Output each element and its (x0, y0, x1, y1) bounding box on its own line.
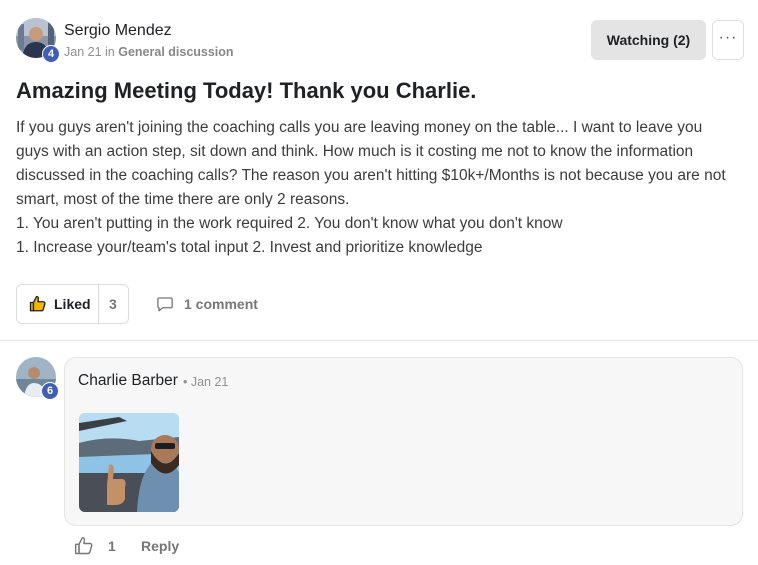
like-count[interactable]: 3 (109, 296, 117, 312)
comment-count-label: 1 comment (184, 296, 258, 312)
watching-button[interactable]: Watching (2) (591, 20, 706, 60)
thumbs-up-icon (29, 295, 46, 312)
post-body: If you guys aren't joining the coaching … (16, 116, 736, 260)
like-label: Liked (54, 296, 91, 312)
divider (0, 340, 758, 341)
post-category[interactable]: General discussion (118, 45, 233, 59)
reply-button[interactable]: Reply (141, 538, 179, 554)
author-name[interactable]: Sergio Mendez (64, 22, 172, 40)
post-title: Amazing Meeting Today! Thank you Charlie… (16, 78, 477, 103)
commenter-name[interactable]: Charlie Barber (78, 372, 178, 390)
post-in-word: in (105, 45, 115, 59)
post-date: Jan 21 (64, 45, 102, 59)
like-button[interactable]: Liked (17, 285, 99, 323)
commenter-level-badge: 6 (41, 382, 59, 400)
comment-like-count[interactable]: 1 (108, 538, 116, 554)
more-icon[interactable]: ··· (712, 20, 744, 60)
post-body-paragraph: If you guys aren't joining the coaching … (16, 119, 726, 208)
post-body-paragraph: 1. You aren't putting in the work requir… (16, 215, 563, 232)
post-meta: Jan 21 in General discussion (64, 45, 234, 59)
comment-date: • Jan 21 (183, 375, 229, 389)
author-level-badge: 4 (42, 45, 60, 63)
thumbs-up-icon[interactable] (74, 536, 94, 556)
like-button-group: Liked 3 (16, 284, 129, 324)
post-body-paragraph: 1. Increase your/team's total input 2. I… (16, 239, 483, 256)
comment-image[interactable] (79, 413, 179, 512)
post-header: 4 Sergio Mendez Jan 21 in General discus… (16, 18, 744, 63)
comment-bubble-icon (157, 297, 173, 312)
comment-card: Charlie Barber • Jan 21 (64, 357, 743, 526)
